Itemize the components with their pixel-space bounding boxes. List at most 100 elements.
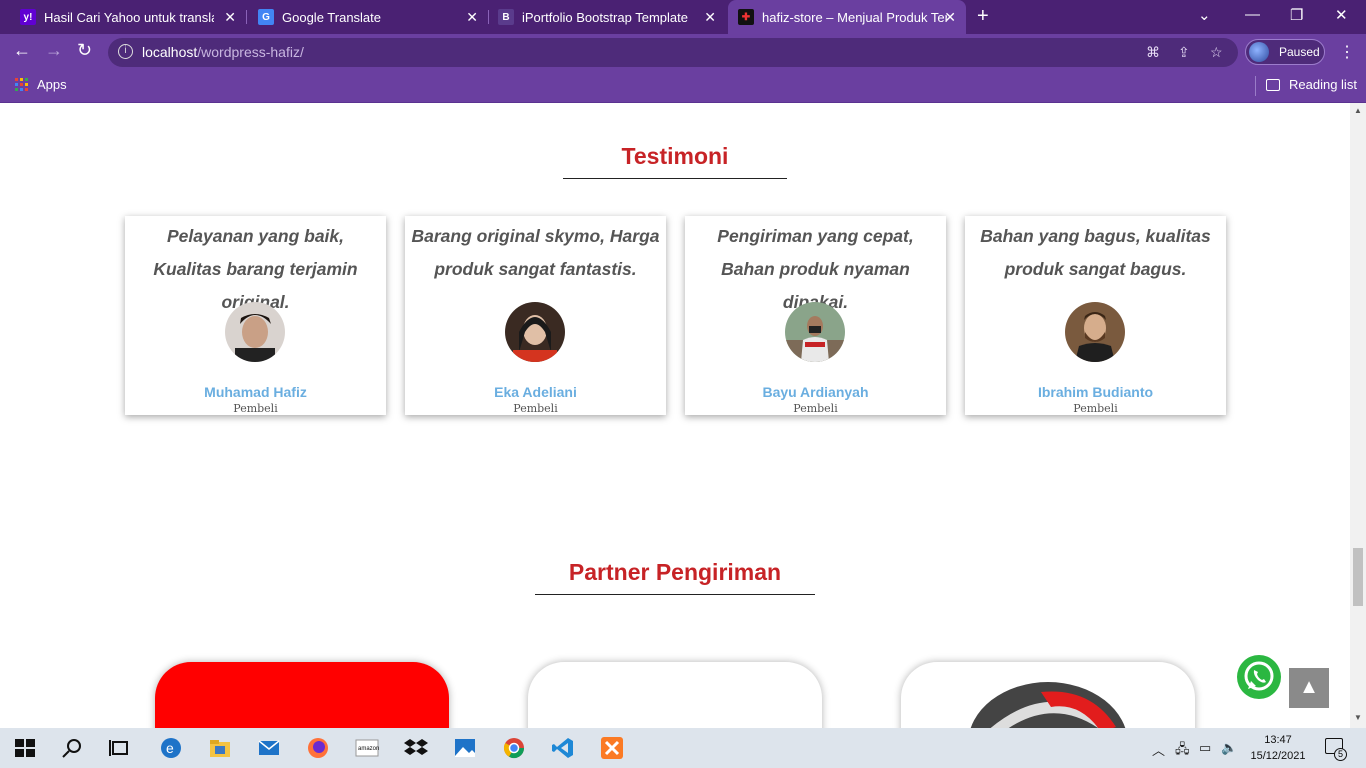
close-icon[interactable]: ✕ (224, 9, 236, 26)
avatar (1249, 42, 1269, 62)
power-icon[interactable]: ▭ (1199, 740, 1211, 756)
tab-title: hafiz-store – Menjual Produk Terb (762, 9, 947, 25)
partner-logo-2 (528, 662, 822, 728)
vscode-icon[interactable] (551, 736, 575, 760)
windows-taskbar: e amazon ︿ 🖧 ▭ 🔈 13:47 15/12/2021 5 (0, 728, 1366, 768)
bookmarks-bar: Apps Reading list (0, 70, 1366, 103)
restore-button[interactable]: ❐ (1290, 6, 1303, 24)
close-icon[interactable]: ✕ (944, 9, 956, 26)
svg-text:amazon: amazon (358, 746, 379, 752)
task-view-icon[interactable] (108, 736, 132, 760)
testimonial-name: Ibrahim Budianto (1037, 384, 1154, 400)
xampp-icon[interactable] (600, 736, 624, 760)
translate-icon[interactable]: ⌘ (1146, 44, 1160, 61)
testimonial-role: Pembeli (233, 402, 278, 415)
url-text[interactable]: localhost/wordpress-hafiz/ (142, 44, 304, 60)
reading-list-label: Reading list (1289, 77, 1357, 92)
google-translate-icon: G (258, 9, 274, 25)
reading-list-button[interactable]: Reading list (1266, 77, 1357, 92)
section-divider (535, 594, 815, 595)
back-to-top-button[interactable]: ▲ (1289, 668, 1329, 708)
profile-button[interactable]: Paused (1245, 39, 1325, 65)
apps-grid-icon (15, 78, 28, 91)
web-page: Testimoni Pelayanan yang baik, Kualitas … (0, 103, 1350, 728)
store-favicon-icon: ✚ (738, 9, 754, 25)
volume-icon[interactable]: 🔈 (1221, 740, 1237, 756)
bookmark-star-icon[interactable]: ☆ (1210, 44, 1223, 61)
close-icon[interactable]: ✕ (466, 9, 478, 26)
testimonial-name: Eka Adeliani (494, 384, 577, 400)
edge-icon[interactable]: e (159, 736, 183, 760)
close-icon[interactable]: ✕ (704, 9, 716, 26)
network-icon[interactable]: 🖧 (1175, 740, 1190, 762)
notification-count-badge: 5 (1334, 748, 1347, 761)
apps-shortcut[interactable]: Apps (15, 77, 67, 92)
site-info-icon[interactable]: i (118, 44, 133, 59)
tab-title: Hasil Cari Yahoo untuk translate (44, 9, 214, 25)
close-window-button[interactable]: ✕ (1335, 6, 1348, 24)
page-scrollbar[interactable]: ▲ ▼ (1350, 103, 1366, 728)
testimonial-card: Pelayanan yang baik, Kualitas barang ter… (125, 216, 386, 415)
scrollbar-thumb[interactable] (1353, 548, 1363, 606)
apps-label: Apps (37, 77, 67, 92)
minimize-button[interactable]: — (1245, 6, 1260, 23)
address-bar[interactable]: i localhost/wordpress-hafiz/ ⌘ ⇪ ☆ (108, 38, 1238, 67)
testimonial-role: Pembeli (793, 402, 838, 415)
testimonial-quote: Barang original skymo, Harga produk sang… (411, 226, 660, 279)
back-button[interactable]: ← (13, 40, 31, 61)
file-explorer-icon[interactable] (208, 736, 232, 760)
search-icon[interactable] (60, 736, 84, 760)
testimonial-name: Muhamad Hafiz (204, 384, 307, 400)
dropbox-icon[interactable] (404, 736, 428, 760)
partner-emblem-icon (970, 682, 1126, 728)
chrome-icon[interactable] (502, 736, 526, 760)
testimonial-role: Pembeli (1073, 402, 1118, 415)
browser-toolbar: ← → ↻ i localhost/wordpress-hafiz/ ⌘ ⇪ ☆… (0, 34, 1366, 70)
browser-tab-bar: y! Hasil Cari Yahoo untuk translate ✕ G … (0, 0, 1366, 34)
tab-hafiz-store[interactable]: ✚ hafiz-store – Menjual Produk Terb ✕ (728, 0, 966, 34)
partner-logo-3 (901, 662, 1195, 728)
bootstrap-icon: B (498, 9, 514, 25)
svg-text:e: e (166, 740, 174, 756)
testimonial-name: Bayu Ardianyah (762, 384, 869, 400)
mail-icon[interactable] (257, 736, 281, 760)
tab-search-chevron-icon[interactable]: ⌄ (1198, 6, 1211, 24)
more-menu-icon[interactable]: ⋮ (1339, 42, 1355, 62)
amazon-icon[interactable]: amazon (355, 736, 379, 760)
partner-logo-1 (155, 662, 449, 728)
testimonial-quote: Bahan yang bagus, kualitas produk sangat… (980, 226, 1211, 279)
photos-icon[interactable] (453, 736, 477, 760)
tab-yahoo[interactable]: y! Hasil Cari Yahoo untuk translate ✕ (0, 0, 246, 34)
reload-button[interactable]: ↻ (77, 40, 92, 61)
yahoo-icon: y! (20, 9, 36, 25)
tab-google-translate[interactable]: G Google Translate ✕ (238, 0, 488, 34)
show-hidden-icons-chevron-icon[interactable]: ︿ (1152, 740, 1165, 759)
avatar (785, 302, 845, 362)
testimonial-card: Pengiriman yang cepat, Bahan produk nyam… (685, 216, 946, 415)
firefox-icon[interactable] (306, 736, 330, 760)
whatsapp-button[interactable] (1237, 655, 1281, 699)
testimonial-card: Bahan yang bagus, kualitas produk sangat… (965, 216, 1226, 415)
reading-list-icon (1266, 78, 1280, 91)
forward-button[interactable]: → (45, 40, 63, 61)
section-divider (563, 178, 787, 179)
section-title-testimoni: Testimoni (621, 143, 729, 169)
avatar (505, 302, 565, 362)
avatar (225, 302, 285, 362)
arrow-up-icon: ▲ (1299, 676, 1319, 698)
testimonial-card: Barang original skymo, Harga produk sang… (405, 216, 666, 415)
clock-time: 13:47 (1264, 734, 1292, 746)
clock-date: 15/12/2021 (1250, 750, 1306, 762)
testimonial-role: Pembeli (513, 402, 558, 415)
tab-title: Google Translate (282, 9, 382, 25)
scroll-down-icon[interactable]: ▼ (1354, 713, 1362, 722)
new-tab-button[interactable]: + (977, 5, 989, 28)
tab-title: iPortfolio Bootstrap Template - In (522, 9, 692, 25)
scroll-up-icon[interactable]: ▲ (1354, 106, 1362, 115)
section-title-partner: Partner Pengiriman (568, 559, 782, 585)
share-icon[interactable]: ⇪ (1178, 44, 1190, 61)
tab-iportfolio[interactable]: B iPortfolio Bootstrap Template - In ✕ (478, 0, 726, 34)
system-clock[interactable]: 13:47 15/12/2021 (1248, 732, 1308, 764)
whatsapp-icon (1244, 661, 1274, 691)
windows-start-icon[interactable] (13, 736, 37, 760)
